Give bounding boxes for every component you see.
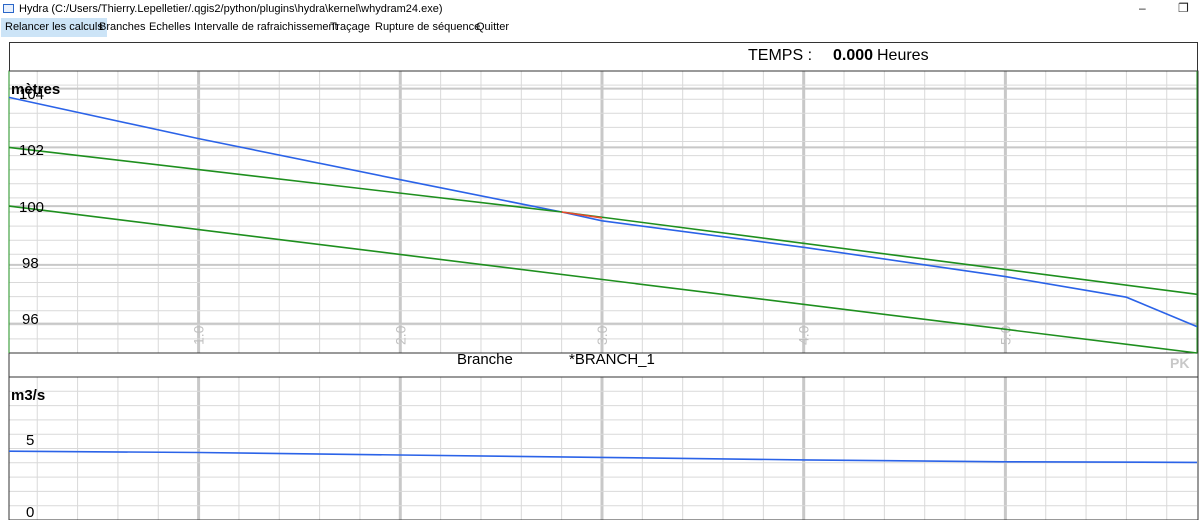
x-tick-label: 1.0 [191,325,207,345]
level-y-tick: 96 [22,311,39,328]
level-y-tick: 104 [19,86,45,103]
x-tick-label: 3.0 [594,325,610,345]
x-tick-label: 2.0 [392,325,408,345]
branch-name: *BRANCH_1 [569,351,655,368]
level-x-tick-labels: 1.0 2.0 3.0 4.0 5.0 [191,325,1014,345]
level-chart-grid [9,71,1197,353]
level-y-tick: 98 [22,255,39,272]
level-y-tick: 102 [19,142,45,159]
flow-y-tick: 0 [26,504,35,521]
charts-canvas: 1.0 2.0 3.0 4.0 5.0 [8,70,1199,520]
level-y-tick: 100 [19,199,45,216]
branch-label: Branche [457,351,513,368]
pk-label: PK [1170,355,1190,371]
x-tick-label: 4.0 [796,325,812,345]
flow-chart-grid [9,377,1197,520]
flow-y-tick: 5 [26,432,35,449]
flow-y-unit: m3/s [11,387,46,404]
